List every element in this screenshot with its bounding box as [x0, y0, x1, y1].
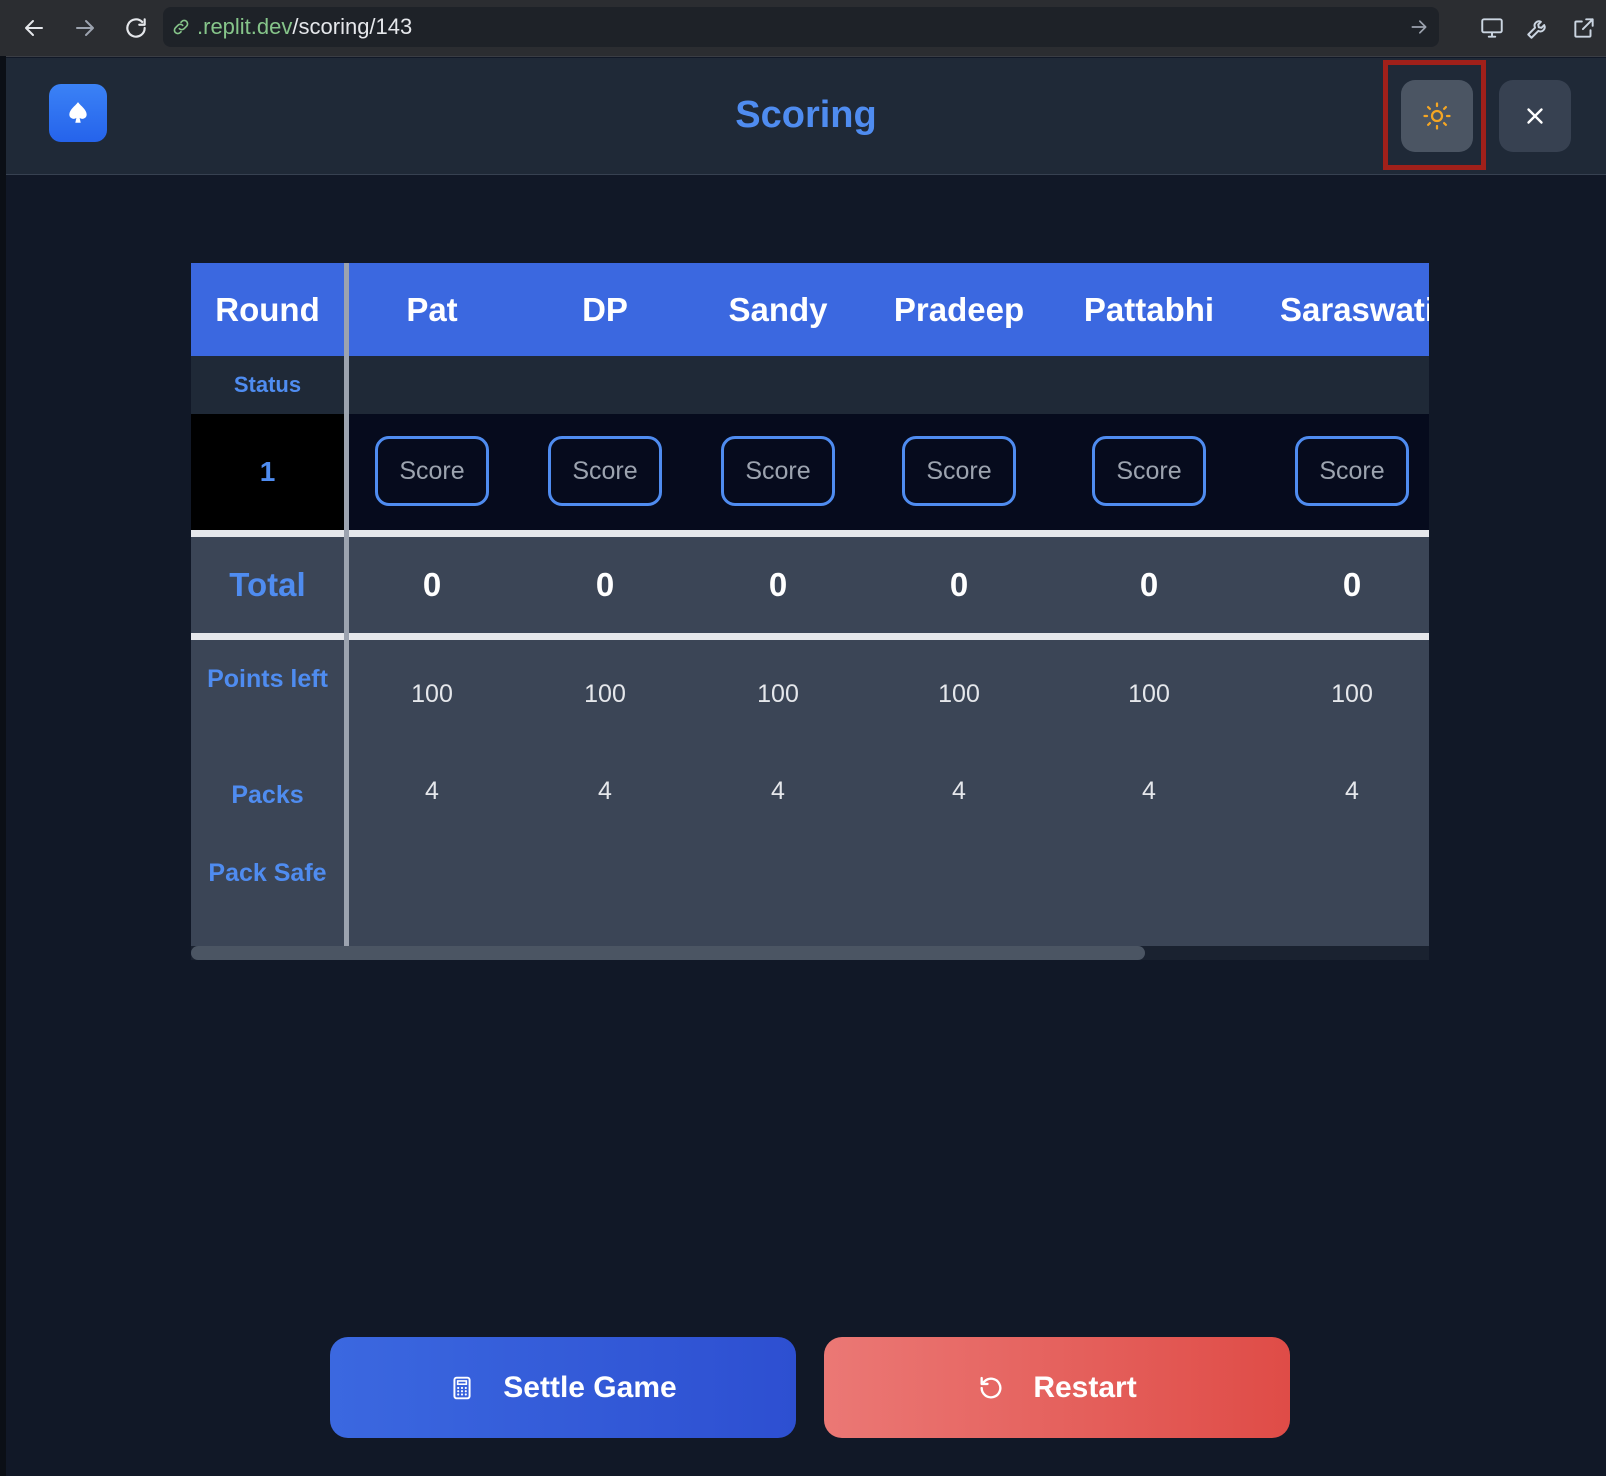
- player-header-dp: DP: [582, 291, 628, 328]
- packs-pattabhi: 4: [1142, 777, 1156, 805]
- points-left-pradeep: 100: [938, 680, 980, 708]
- url-domain: .replit.dev: [197, 14, 293, 39]
- total-saraswati: 0: [1342, 566, 1362, 603]
- score-input-pat[interactable]: [375, 436, 489, 506]
- total-label: Total: [229, 566, 306, 603]
- devtools-button[interactable]: [1522, 12, 1554, 44]
- score-input-sandy[interactable]: [721, 436, 835, 506]
- score-input-pattabhi[interactable]: [1092, 436, 1206, 506]
- forward-button[interactable]: [69, 12, 101, 44]
- score-input-dp[interactable]: [548, 436, 662, 506]
- total-dp: 0: [595, 566, 615, 603]
- pack-safe-label: Pack Safe: [208, 859, 327, 887]
- calculator-icon: [449, 1375, 475, 1401]
- round-row: 1: [191, 414, 1429, 530]
- go-arrow-icon[interactable]: [1409, 17, 1429, 37]
- restart-button[interactable]: Restart: [824, 1337, 1290, 1438]
- close-icon: [1527, 108, 1543, 124]
- monitor-icon: [1481, 18, 1503, 38]
- back-button[interactable]: [18, 12, 50, 44]
- wrench-icon: [1527, 20, 1546, 39]
- external-link-icon: [1574, 18, 1594, 38]
- player-header-sandy: Sandy: [728, 291, 828, 328]
- points-left-pattabhi: 100: [1128, 680, 1170, 708]
- player-header-pradeep: Pradeep: [893, 291, 1025, 328]
- url-path: /scoring/143: [292, 14, 413, 39]
- table-header-row: Round Pat DP Sandy Pradeep Pattabhi Sara…: [191, 263, 1429, 356]
- total-pat: 0: [422, 566, 442, 603]
- packs-dp: 4: [598, 777, 612, 805]
- table-divider: [191, 633, 1429, 640]
- stats-section: Points left 100 100 100 100 100 100 Pack…: [191, 640, 1429, 946]
- column-separator: [344, 263, 349, 946]
- points-left-pat: 100: [411, 680, 453, 708]
- status-row: Status: [191, 356, 1429, 414]
- reload-icon: [126, 18, 146, 38]
- link-icon: [173, 19, 189, 35]
- score-input-pradeep[interactable]: [902, 436, 1016, 506]
- address-bar[interactable]: .replit.dev/scoring/143: [163, 7, 1439, 47]
- round-number: 1: [191, 414, 344, 530]
- browser-toolbar: .replit.dev/scoring/143: [0, 0, 1606, 57]
- packs-label: Packs: [231, 781, 304, 809]
- horizontal-scrollbar-thumb[interactable]: [191, 946, 1145, 960]
- device-preview-button[interactable]: [1476, 12, 1508, 44]
- points-left-saraswati: 100: [1331, 680, 1373, 708]
- total-sandy: 0: [768, 566, 788, 603]
- url-text: .replit.dev/scoring/143: [197, 14, 412, 40]
- sun-icon: [1423, 102, 1451, 130]
- settle-game-button[interactable]: Settle Game: [330, 1337, 796, 1438]
- reload-button[interactable]: [120, 12, 152, 44]
- total-row: Total 0 0 0 0 0 0: [191, 537, 1429, 633]
- player-header-pat: Pat: [406, 291, 458, 328]
- player-header-saraswati: Saraswati: [1280, 291, 1429, 328]
- open-new-tab-button[interactable]: [1568, 12, 1600, 44]
- status-label: Status: [233, 372, 302, 397]
- restart-label: Restart: [1033, 1370, 1137, 1404]
- points-left-label: Points left: [207, 665, 328, 693]
- app-header: Scoring: [6, 58, 1606, 175]
- player-header-pattabhi: Pattabhi: [1083, 291, 1215, 328]
- close-button[interactable]: [1499, 80, 1571, 152]
- packs-saraswati: 4: [1345, 777, 1359, 805]
- table-divider: [191, 530, 1429, 537]
- arrow-left-icon: [25, 20, 43, 36]
- arrow-right-icon: [76, 20, 94, 36]
- total-pradeep: 0: [949, 566, 969, 603]
- page-title: Scoring: [735, 94, 877, 136]
- round-column-header: Round: [215, 291, 320, 328]
- theme-toggle-button[interactable]: [1401, 80, 1473, 152]
- packs-sandy: 4: [771, 777, 785, 805]
- packs-pradeep: 4: [952, 777, 966, 805]
- points-left-dp: 100: [584, 680, 626, 708]
- score-input-saraswati[interactable]: [1295, 436, 1409, 506]
- total-pattabhi: 0: [1139, 566, 1159, 603]
- packs-pat: 4: [425, 777, 439, 805]
- points-left-sandy: 100: [757, 680, 799, 708]
- rotate-ccw-icon: [977, 1374, 1005, 1402]
- settle-game-label: Settle Game: [503, 1370, 677, 1404]
- window-edge: [0, 56, 6, 1476]
- score-table: Round Pat DP Sandy Pradeep Pattabhi Sara…: [191, 263, 1429, 960]
